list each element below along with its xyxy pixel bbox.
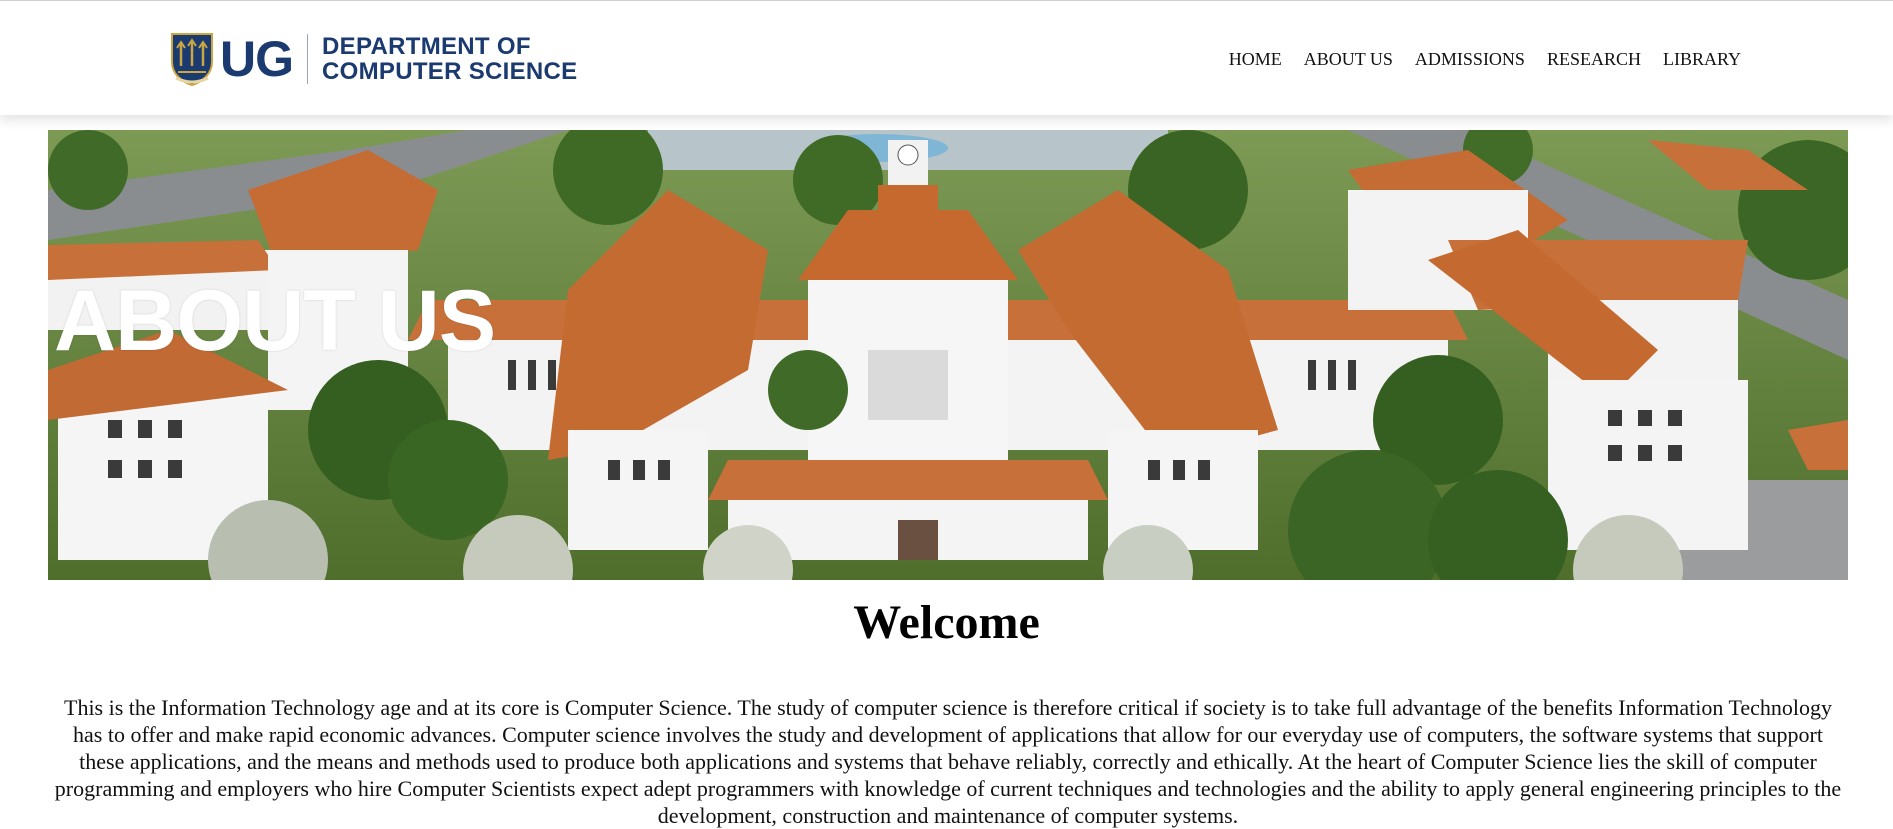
ug-logo-text: UG (220, 30, 294, 87)
logo-divider (307, 33, 308, 84)
crest-icon (170, 32, 214, 86)
department-name: DEPARTMENT OF COMPUTER SCIENCE (322, 34, 578, 84)
nav-research[interactable]: RESEARCH (1547, 49, 1641, 70)
hero-title: ABOUT US (54, 273, 496, 369)
nav-admissions[interactable]: ADMISSIONS (1415, 49, 1525, 70)
site-logo[interactable]: UG DEPARTMENT OF COMPUTER SCIENCE (170, 30, 578, 87)
intro-paragraph: This is the Information Technology age a… (54, 695, 1842, 828)
hero-banner: ABOUT US (48, 130, 1848, 580)
nav-home[interactable]: HOME (1229, 49, 1282, 70)
nav-about-us[interactable]: ABOUT US (1304, 49, 1393, 70)
welcome-heading: Welcome (853, 596, 1040, 649)
department-name-line2: COMPUTER SCIENCE (322, 57, 578, 85)
site-header: UG DEPARTMENT OF COMPUTER SCIENCE HOME A… (0, 0, 1893, 115)
department-name-line1: DEPARTMENT OF (322, 32, 531, 60)
top-border (0, 0, 1893, 1)
nav-library[interactable]: LIBRARY (1663, 49, 1741, 70)
main-nav: HOME ABOUT US ADMISSIONS RESEARCH LIBRAR… (1207, 49, 1741, 70)
